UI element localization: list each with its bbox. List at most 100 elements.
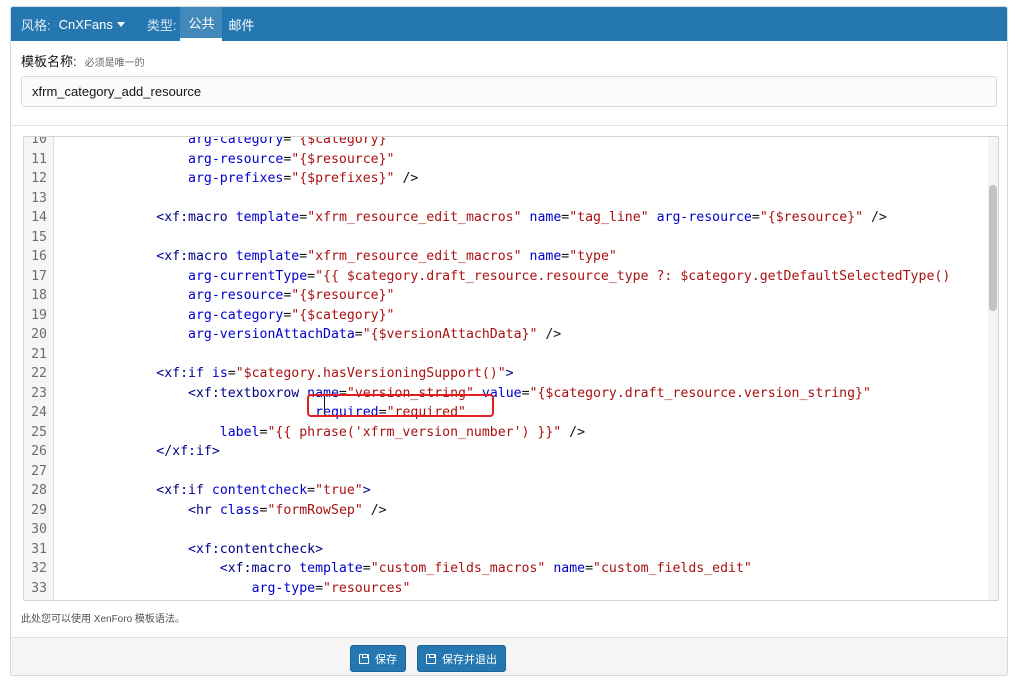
code-line[interactable]: 14 <xf:macro template="xfrm_resource_edi… bbox=[24, 208, 984, 228]
editor-scrollbar-thumb[interactable] bbox=[989, 185, 997, 311]
line-number: 21 bbox=[31, 346, 47, 362]
code-token: /> bbox=[863, 210, 887, 225]
code-line[interactable]: 30 bbox=[24, 520, 984, 540]
divider bbox=[11, 125, 1007, 126]
template-name-input[interactable] bbox=[21, 76, 997, 107]
code-line-text: arg-prefixes="{$prefixes}" /> bbox=[61, 169, 418, 189]
tab-email[interactable]: 邮件 bbox=[222, 7, 262, 41]
code-line[interactable]: 23 <xf:textboxrow name="version_string" … bbox=[24, 384, 984, 404]
code-line[interactable]: 10 arg-category="{$category}" bbox=[24, 136, 984, 150]
code-token: <xf:macro bbox=[156, 210, 228, 225]
code-token: "{$category.draft_resource.version_strin… bbox=[529, 385, 871, 401]
code-token: "true" bbox=[315, 483, 363, 498]
code-line[interactable]: 16 <xf:macro template="xfrm_resource_edi… bbox=[24, 247, 984, 267]
line-number: 20 bbox=[31, 327, 47, 342]
code-line-text: arg-category="{$category}" bbox=[61, 136, 395, 150]
code-token: "resources" bbox=[323, 580, 411, 596]
code-token: "type" bbox=[569, 249, 617, 264]
code-token: arg-resource bbox=[656, 210, 752, 225]
code-line[interactable]: 33 arg-type="resources" bbox=[24, 579, 984, 599]
code-token: name bbox=[529, 249, 562, 264]
code-token: "$category.hasVersioningSupport()" bbox=[235, 366, 506, 381]
code-token: "xfrm_resource_edit_macros" bbox=[307, 249, 522, 264]
code-token: "tag_line" bbox=[569, 210, 649, 225]
code-line[interactable]: 24 required="required" bbox=[24, 403, 984, 423]
code-token: arg-prefixes bbox=[188, 171, 284, 186]
code-token: "{$resource}" bbox=[759, 210, 864, 225]
code-token: = bbox=[751, 210, 760, 225]
code-token: /> bbox=[362, 502, 387, 518]
code-line[interactable]: 17 arg-currentType="{{ $category.draft_r… bbox=[24, 267, 984, 287]
line-number: 32 bbox=[31, 561, 47, 576]
code-line[interactable]: 13 bbox=[24, 189, 984, 209]
editor-scrollbar[interactable] bbox=[988, 137, 998, 600]
code-token: name bbox=[529, 210, 562, 225]
code-token: arg-resource bbox=[188, 151, 284, 167]
code-token: template bbox=[235, 249, 300, 264]
code-token: = bbox=[521, 385, 530, 401]
code-content[interactable]: 10 arg-category="{$category}" 11 arg-reso… bbox=[24, 136, 984, 600]
code-editor[interactable]: 10 arg-category="{$category}" 11 arg-reso… bbox=[23, 136, 999, 601]
code-token: <xf:if bbox=[156, 483, 204, 498]
code-line[interactable]: 18 arg-resource="{$resource}" bbox=[24, 286, 984, 306]
code-token: "{$category}" bbox=[291, 136, 395, 147]
code-token: contentcheck bbox=[211, 483, 308, 498]
save-button[interactable]: 保存 bbox=[350, 645, 406, 672]
code-line-text: <xf:if contentcheck="true"> bbox=[61, 481, 370, 501]
code-line[interactable]: 25 label="{{ phrase('xfrm_version_number… bbox=[24, 423, 984, 443]
code-token: is bbox=[211, 366, 228, 381]
save-and-exit-button[interactable]: 保存并退出 bbox=[417, 645, 506, 672]
line-number: 18 bbox=[31, 288, 47, 303]
code-token: "custom_fields_edit" bbox=[593, 561, 752, 576]
code-line[interactable]: 11 arg-resource="{$resource}" bbox=[24, 150, 984, 170]
code-line[interactable]: 27 bbox=[24, 462, 984, 482]
code-line[interactable]: 12 arg-prefixes="{$prefixes}" /> bbox=[24, 169, 984, 189]
code-line[interactable]: 28 <xf:if contentcheck="true"> bbox=[24, 481, 984, 501]
code-line[interactable]: 19 arg-category="{$category}" bbox=[24, 306, 984, 326]
code-line[interactable]: 22 <xf:if is="$category.hasVersioningSup… bbox=[24, 364, 984, 384]
code-token: /> bbox=[561, 424, 586, 440]
line-number: 13 bbox=[31, 190, 47, 206]
line-number: 14 bbox=[31, 210, 47, 225]
code-line[interactable]: 34 arg-set="{$resource.custom_fields}" bbox=[24, 598, 984, 600]
code-line-text: </xf:if> bbox=[61, 442, 220, 462]
code-line[interactable]: 20 arg-versionAttachData="{$versionAttac… bbox=[24, 325, 984, 345]
code-token: = bbox=[227, 366, 236, 381]
line-number: 10 bbox=[31, 136, 47, 147]
code-line[interactable]: 21 bbox=[24, 345, 984, 365]
code-token: label bbox=[219, 424, 260, 440]
style-dropdown[interactable]: CnXFans bbox=[51, 17, 125, 32]
line-number: 28 bbox=[31, 483, 47, 498]
code-line[interactable]: 32 <xf:macro template="custom_fields_mac… bbox=[24, 559, 984, 579]
code-line-text: <xf:contentcheck> bbox=[61, 540, 323, 560]
code-token: <hr bbox=[188, 502, 212, 518]
line-number: 23 bbox=[31, 385, 47, 401]
code-line-text: label="{{ phrase('xfrm_version_number') … bbox=[61, 423, 585, 443]
line-number: 25 bbox=[31, 424, 47, 440]
code-token: arg-type bbox=[251, 580, 316, 596]
code-line-text: arg-currentType="{{ $category.draft_reso… bbox=[61, 267, 950, 287]
code-line-text: arg-resource="{$resource}" bbox=[61, 150, 394, 170]
code-line[interactable]: 15 bbox=[24, 228, 984, 248]
code-line-text: arg-resource="{$resource}" bbox=[61, 286, 394, 306]
code-line[interactable]: 29 <hr class="formRowSep" /> bbox=[24, 501, 984, 521]
code-line[interactable]: 31 <xf:contentcheck> bbox=[24, 540, 984, 560]
tab-public[interactable]: 公共 bbox=[180, 7, 223, 41]
code-line[interactable]: 26 </xf:if> bbox=[24, 442, 984, 462]
template-name-label-row: 模板名称: 必须是唯一的 bbox=[21, 51, 145, 70]
code-line-text: <hr class="formRowSep" /> bbox=[61, 501, 387, 521]
code-token: arg-resource bbox=[188, 288, 284, 303]
template-name-label: 模板名称: bbox=[21, 54, 77, 69]
code-token: = bbox=[307, 483, 316, 498]
code-token: arg-versionAttachData bbox=[188, 327, 355, 342]
